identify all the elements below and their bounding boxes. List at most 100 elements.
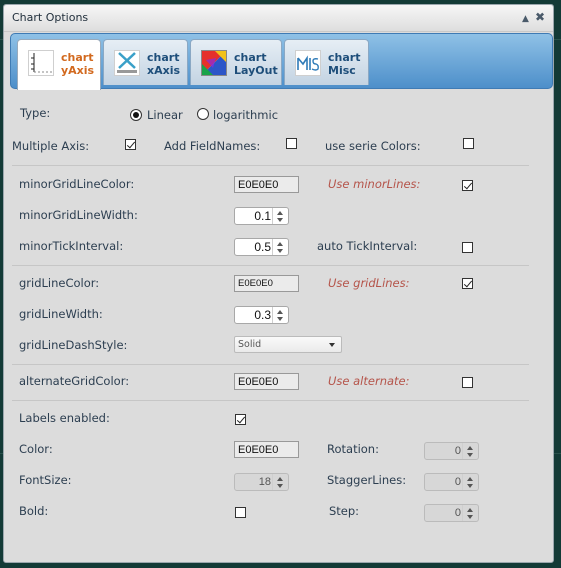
arrow-down-icon[interactable] [277,484,283,488]
close-icon[interactable]: ✖ [535,10,545,24]
grid-line-width-stepper[interactable]: 0.3 [234,306,289,324]
use-grid-lines-checkbox[interactable] [462,278,473,289]
tab-label-line1: chart [328,51,361,64]
arrow-down-icon[interactable] [467,484,473,488]
arrow-down-icon[interactable] [467,453,473,457]
font-size-stepper[interactable]: 18 [234,473,289,491]
rotation-stepper[interactable]: 0 [424,442,479,460]
stepper-arrows[interactable] [272,474,287,490]
type-linear-label[interactable]: Linear [147,108,183,122]
arrow-down-icon[interactable] [277,249,283,253]
bold-checkbox[interactable] [235,507,246,518]
grid-line-color-input[interactable] [234,275,299,292]
minimize-icon[interactable]: ▲ [522,12,529,26]
add-fieldnames-checkbox[interactable] [286,138,297,149]
auto-tick-interval-checkbox[interactable] [462,242,473,253]
tab-label-line1: chart [234,51,267,64]
stepper-arrows[interactable] [272,239,287,255]
tab-chart-yaxis[interactable]: chart yAxis [17,39,101,90]
labels-enabled-checkbox[interactable] [235,414,246,425]
tab-label: chart LayOut [234,51,278,77]
type-linear-radio[interactable] [130,109,142,121]
arrow-up-icon[interactable] [277,242,283,246]
chart-misc-icon [295,50,321,76]
use-minor-lines-checkbox[interactable] [462,180,473,191]
step-stepper[interactable]: 0 [424,504,479,522]
tab-label-line2: xAxis [147,64,181,77]
use-minor-lines-label: Use minorLines: [328,177,421,191]
use-serie-colors-label: use serie Colors: [325,139,421,153]
tab-label-line2: yAxis [61,64,95,77]
bold-label: Bold: [19,504,49,518]
tab-chart-layout[interactable]: chart LayOut [190,39,282,85]
multiple-axis-label: Multiple Axis: [12,139,90,153]
stepper-value: 0.5 [254,240,271,254]
minor-grid-line-color-input[interactable] [234,176,299,193]
grid-line-dash-style-label: gridLineDashStyle: [19,338,128,352]
arrow-up-icon[interactable] [467,446,473,450]
tab-chart-xaxis[interactable]: chart xAxis [103,39,188,85]
alternate-grid-color-input[interactable] [234,373,299,390]
arrow-down-icon[interactable] [277,317,283,321]
rotation-label: Rotation: [327,442,379,456]
color-label: Color: [19,442,53,456]
stepper-arrows[interactable] [462,443,477,459]
color-input[interactable] [234,441,299,458]
select-value: Solid [238,339,262,350]
chevron-down-icon[interactable] [329,343,335,347]
stepper-arrows[interactable] [272,208,287,224]
arrow-up-icon[interactable] [277,477,283,481]
arrow-up-icon[interactable] [467,477,473,481]
arrow-down-icon[interactable] [467,515,473,519]
divider [12,364,529,365]
labels-enabled-label: Labels enabled: [19,411,110,425]
arrow-up-icon[interactable] [467,508,473,512]
tab-label-line1: chart [147,51,180,64]
stepper-value: 0 [454,476,461,488]
stagger-lines-label: StaggerLines: [327,473,407,487]
arrow-down-icon[interactable] [277,218,283,222]
tab-label: chart Misc [328,51,360,77]
stepper-value: 0.3 [254,308,271,322]
chart-yaxis-icon [28,50,54,76]
chart-options-dialog: Chart Options ▲ ✖ chart yAxis chart xAxi… [3,4,554,563]
tab-strip: chart yAxis chart xAxis chart LayOut cha… [10,33,553,90]
grid-line-dash-style-select[interactable]: Solid [234,336,342,353]
grid-line-color-label: gridLineColor: [19,276,100,290]
minor-tick-interval-label: minorTickInterval: [19,239,124,253]
step-label: Step: [329,504,360,518]
alternate-grid-color-label: alternateGridColor: [19,374,130,388]
use-alternate-checkbox[interactable] [462,377,473,388]
tab-label: chart yAxis [61,51,94,77]
stepper-arrows[interactable] [272,307,287,323]
add-fieldnames-label: Add FieldNames: [164,139,261,153]
tab-label: chart xAxis [147,51,180,77]
type-label: Type: [20,106,51,120]
stagger-lines-stepper[interactable]: 0 [424,473,479,491]
use-grid-lines-label: Use gridLines: [328,276,410,290]
divider [12,165,529,166]
divider [12,265,529,266]
stepper-value: 0 [454,507,461,519]
stepper-arrows[interactable] [462,505,477,521]
type-logarithmic-radio[interactable] [197,108,209,120]
use-alternate-label: Use alternate: [328,374,410,388]
multiple-axis-checkbox[interactable] [125,139,136,150]
arrow-up-icon[interactable] [277,310,283,314]
tab-label-line2: Misc [328,64,356,77]
use-serie-colors-checkbox[interactable] [463,138,474,149]
chart-layout-icon [201,50,227,76]
window-title: Chart Options [12,11,89,24]
stepper-arrows[interactable] [462,474,477,490]
tab-label-line2: LayOut [234,64,278,77]
title-bar[interactable]: Chart Options ▲ ✖ [4,5,553,32]
font-size-label: FontSize: [19,473,72,487]
chart-xaxis-icon [114,50,140,76]
arrow-up-icon[interactable] [277,211,283,215]
grid-line-width-label: gridLineWidth: [19,307,103,321]
minor-tick-interval-stepper[interactable]: 0.5 [234,238,289,256]
stepper-value: 0 [454,445,461,457]
type-logarithmic-label[interactable]: logarithmic [213,108,278,122]
minor-grid-line-width-stepper[interactable]: 0.1 [234,207,289,225]
tab-chart-misc[interactable]: chart Misc [284,39,369,85]
